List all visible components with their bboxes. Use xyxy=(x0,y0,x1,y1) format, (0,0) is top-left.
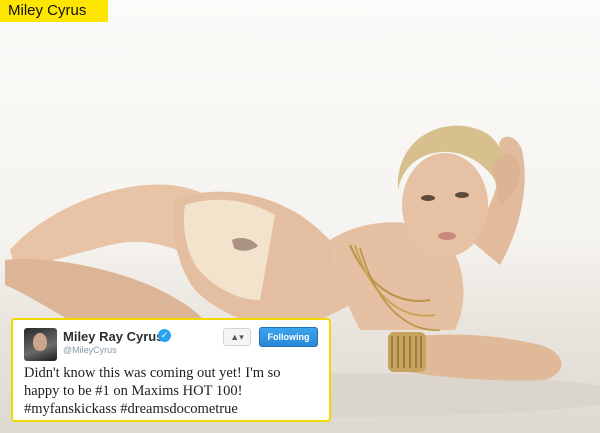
avatar[interactable] xyxy=(24,328,57,361)
following-button[interactable]: Following xyxy=(259,327,318,347)
display-name[interactable]: Miley Ray Cyrus xyxy=(63,329,163,344)
person-menu-icon[interactable]: ▲▾ xyxy=(223,328,251,346)
verified-icon: ✓ xyxy=(158,329,171,342)
handle[interactable]: @MileyCyrus xyxy=(63,345,117,355)
tweet-line: happy to be #1 on Maxims HOT 100! xyxy=(24,383,243,399)
caption-label: Miley Cyrus xyxy=(0,0,108,22)
tweet-text: Didn't know this was coming out yet! I'm… xyxy=(24,364,324,418)
tweet-line[interactable]: #myfanskickass #dreamsdocometrue xyxy=(24,400,324,418)
avatar-face xyxy=(33,333,47,351)
tweet-card: Miley Ray Cyrus ✓ @MileyCyrus ▲▾ Followi… xyxy=(11,318,331,422)
tweet-line: Didn't know this was coming out yet! I'm… xyxy=(24,365,281,381)
